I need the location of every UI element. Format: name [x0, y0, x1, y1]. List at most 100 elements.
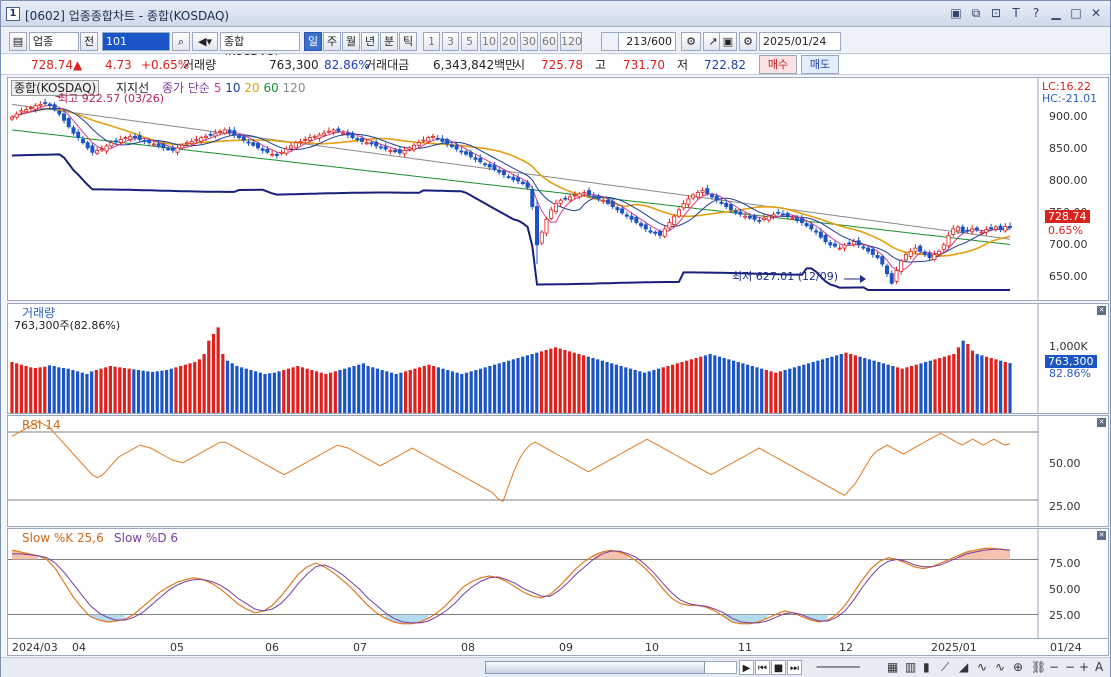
volume-bar-117 — [558, 348, 562, 413]
layout-icon[interactable]: ▤ — [9, 32, 27, 51]
minute-tab-120[interactable]: 120 — [560, 32, 582, 51]
period-tab-3[interactable]: 년 — [361, 32, 379, 51]
volume-bar-175 — [830, 356, 834, 413]
gear-icon[interactable]: ⚙ — [739, 32, 757, 51]
save-icon[interactable]: ▣ — [719, 32, 737, 51]
x-label-9: 12 — [839, 641, 853, 654]
grid-icon[interactable]: ▦ — [887, 660, 898, 674]
zoom-icon[interactable]: ⊕ — [1013, 660, 1023, 674]
volume-bar-8 — [47, 365, 52, 413]
volume-bar-85 — [408, 370, 412, 413]
close-icon[interactable]: ✕ — [1097, 531, 1106, 540]
volume-bar-82 — [394, 374, 398, 413]
indicator-icon[interactable]: ⚙ — [681, 32, 701, 51]
minute-tab-5[interactable]: 5 — [461, 32, 478, 51]
sell-button[interactable]: 매도 — [801, 55, 839, 74]
bar-icon[interactable]: ▥ — [905, 660, 916, 674]
line-icon[interactable]: ⟋ — [941, 660, 949, 675]
search-icon[interactable]: ⌕ — [172, 32, 190, 51]
period-tab-4[interactable]: 분 — [380, 32, 398, 51]
mode-button[interactable]: 전 — [80, 32, 98, 51]
code-input[interactable]: 101 — [102, 32, 170, 51]
minus-icon[interactable]: − — [1049, 660, 1059, 674]
wave2-icon[interactable]: ∿ — [995, 660, 1005, 674]
minute-tab-3[interactable]: 3 — [442, 32, 459, 51]
candle-icon[interactable]: ▮ — [923, 660, 930, 674]
volume-bar-182 — [863, 358, 867, 413]
volume-bar-55 — [268, 373, 272, 413]
hc-label: HC:-21.01 — [1042, 92, 1098, 105]
rsi-pane[interactable]: RSI 14 50.00 25.00 ✕ — [7, 415, 1109, 527]
forward-icon[interactable]: ⏭ — [787, 660, 802, 675]
wave-icon[interactable]: ∿ — [977, 660, 987, 674]
candle-body-4 — [28, 107, 33, 109]
volume-bar-145 — [689, 359, 693, 413]
candle-body-61 — [298, 141, 303, 144]
volume-pane[interactable]: 거래량 763,300주(82.86%) 1,000K 763,300 82.8… — [7, 303, 1109, 414]
volume-bar-211 — [999, 360, 1003, 413]
period-tab-0[interactable]: 일 — [304, 32, 322, 51]
stochastic-pane[interactable]: Slow %K 25,6 Slow %D 6 75.00 50.00 25.00… — [7, 528, 1109, 639]
close-icon[interactable]: ✕ — [1097, 418, 1106, 427]
link-icon[interactable]: ⛓ — [1031, 660, 1046, 674]
window-btn-2[interactable]: ⊡ — [988, 5, 1004, 21]
volume-bar-195 — [924, 362, 928, 413]
close-icon[interactable]: ✕ — [1097, 306, 1106, 315]
candle-body-83 — [402, 149, 407, 155]
date-field[interactable]: 2025/01/24 — [759, 32, 841, 51]
rsi-pane-name: RSI 14 — [22, 418, 61, 432]
candle-body-133 — [639, 223, 644, 227]
minute-tab-10[interactable]: 10 — [480, 32, 498, 51]
period-tab-1[interactable]: 주 — [323, 32, 341, 51]
candle-body-155 — [743, 215, 748, 218]
volume-bar-157 — [746, 364, 750, 413]
scroll-thumb[interactable] — [485, 661, 705, 674]
quote-bar: 728.74 ▲ 4.73 +0.65% 거래량 763,300 82.86% … — [1, 55, 1110, 75]
volume-bar-191 — [905, 367, 909, 413]
minus2-icon[interactable]: − — [1065, 660, 1075, 674]
window-btn-7[interactable]: ✕ — [1088, 5, 1104, 21]
font-icon[interactable]: A — [1095, 660, 1103, 674]
scroll-bar[interactable]: ▶ ⏮ ■ ⏭ ╶─────╴ ▦ ▥ ▮ ⟋ ◢ ∿ ∿ ⊕ ⛓ − − + … — [1, 657, 1110, 677]
sound-icon[interactable]: ◀▾ — [192, 32, 218, 51]
area-icon[interactable]: ◢ — [959, 660, 968, 674]
buy-button[interactable]: 매수 — [759, 55, 797, 74]
zoom-slider-icon[interactable]: ╶─────╴ — [813, 660, 864, 674]
volume-bar-162 — [769, 371, 773, 413]
minute-tab-60[interactable]: 60 — [540, 32, 558, 51]
price-pane[interactable]: 종합(KOSDAQ) 지지선 종가 단순 5 10 20 60 120 LC:1… — [7, 77, 1109, 301]
count-field[interactable]: 213/600 — [618, 32, 676, 51]
window-btn-4[interactable]: ? — [1028, 5, 1044, 21]
candle-body-39 — [194, 139, 199, 141]
volume-bar-202 — [956, 347, 961, 413]
window-btn-3[interactable]: T — [1008, 5, 1024, 21]
stop-icon[interactable]: ■ — [771, 660, 786, 675]
window-btn-5[interactable]: ▁ — [1048, 5, 1064, 21]
candle-body-203 — [970, 228, 975, 233]
candle-body-84 — [407, 147, 412, 150]
minute-tab-30[interactable]: 30 — [520, 32, 538, 51]
volume-bar-43 — [211, 334, 216, 413]
category-select[interactable]: 업종 — [29, 32, 79, 51]
volume-bar-122 — [582, 355, 586, 413]
window-btn-1[interactable]: ⧉ — [968, 5, 984, 21]
stoch-y-50: 50.00 — [1049, 583, 1081, 596]
volume-bar-95 — [455, 372, 459, 413]
rewind-icon[interactable]: ⏮ — [755, 660, 770, 675]
scroll-right-icon[interactable]: ▶ — [739, 660, 754, 675]
minute-tab-1[interactable]: 1 — [423, 32, 440, 51]
minute-tab-20[interactable]: 20 — [500, 32, 518, 51]
window-btn-0[interactable]: ▣ — [948, 5, 964, 21]
candle-body-8 — [47, 103, 52, 107]
candle-body-93 — [449, 144, 454, 147]
window-btn-6[interactable]: □ — [1068, 5, 1084, 21]
price-change-pct: +0.65% — [141, 58, 190, 72]
period-tab-2[interactable]: 월 — [342, 32, 360, 51]
candle-body-126 — [605, 199, 610, 204]
index-name-field[interactable]: 종합(KOSDAQ) — [220, 32, 300, 65]
plus-icon[interactable]: + — [1079, 660, 1089, 674]
volume-bar-67 — [324, 374, 328, 413]
candle-body-77 — [374, 141, 379, 147]
volume-bar-20 — [104, 367, 108, 413]
period-tab-5[interactable]: 틱 — [399, 32, 417, 51]
